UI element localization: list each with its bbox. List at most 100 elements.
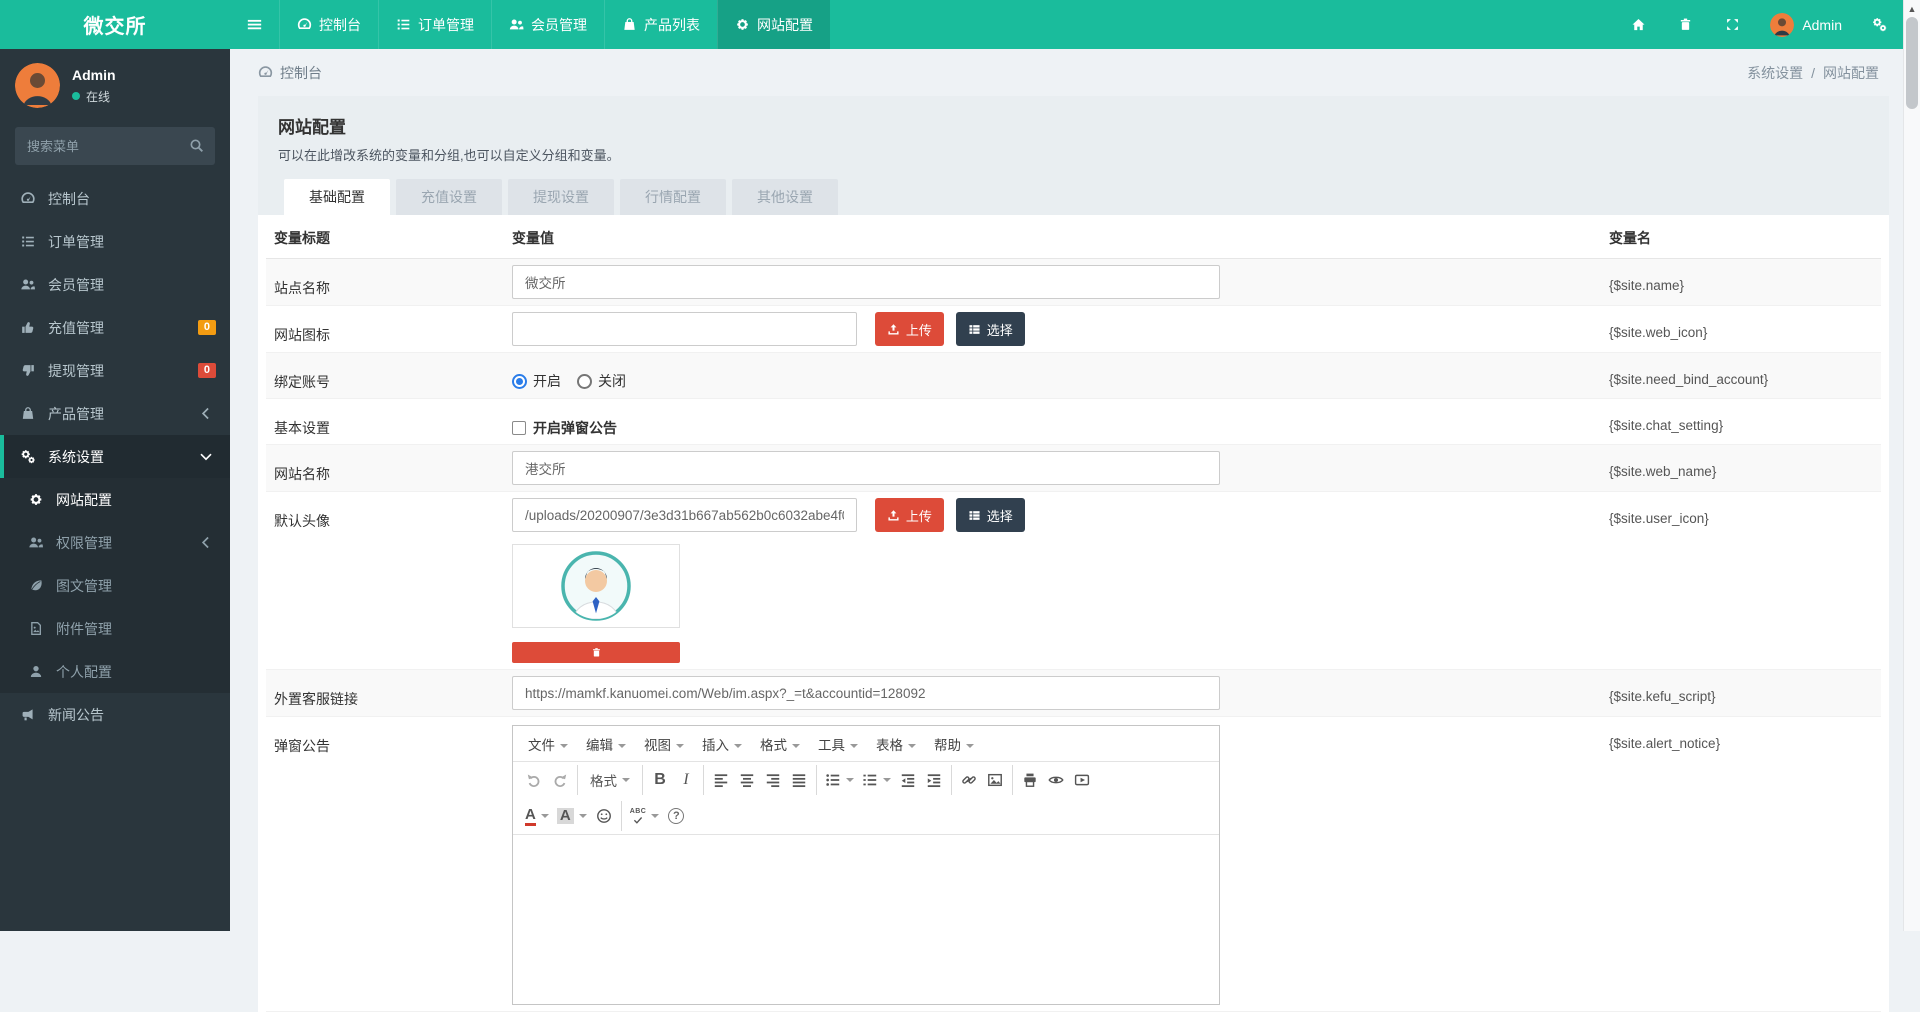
align-right-button[interactable] bbox=[760, 765, 786, 795]
sidebar-item-recharge[interactable]: 充值管理 0 bbox=[0, 306, 230, 349]
sidebar: Admin 在线 控制台 订单管理 会员管理 充值管理 0 提现管理 0 bbox=[0, 49, 230, 931]
editor-menu-help[interactable]: 帮助 bbox=[925, 730, 983, 758]
tab-withdraw-settings[interactable]: 提现设置 bbox=[508, 179, 614, 215]
bullet-list-button[interactable] bbox=[821, 765, 858, 795]
undo-button[interactable] bbox=[521, 765, 547, 795]
clear-cache-button[interactable] bbox=[1662, 0, 1709, 49]
redo-button[interactable] bbox=[547, 765, 573, 795]
sidebar-item-product-mgmt[interactable]: 产品管理 bbox=[0, 392, 230, 435]
editor-menu-file[interactable]: 文件 bbox=[519, 730, 577, 758]
brand-logo[interactable]: 微交所 bbox=[0, 0, 230, 49]
site-name-input[interactable] bbox=[512, 265, 1220, 299]
sidebar-item-attachments[interactable]: 附件管理 bbox=[0, 607, 230, 650]
tab-other-settings[interactable]: 其他设置 bbox=[732, 179, 838, 215]
nav-item-members[interactable]: 会员管理 bbox=[491, 0, 604, 49]
text-color-button[interactable]: A bbox=[521, 801, 553, 831]
sidebar-item-site-config[interactable]: 网站配置 bbox=[0, 478, 230, 521]
search-icon[interactable] bbox=[189, 138, 204, 153]
editor-menu-format[interactable]: 格式 bbox=[751, 730, 809, 758]
editor-menu-view[interactable]: 视图 bbox=[635, 730, 693, 758]
user-name: Admin bbox=[1802, 17, 1842, 33]
align-center-icon bbox=[739, 772, 755, 788]
format-select[interactable]: 格式 bbox=[582, 765, 638, 795]
breadcrumb-left[interactable]: 控制台 bbox=[258, 63, 322, 83]
editor-menu-edit[interactable]: 编辑 bbox=[577, 730, 635, 758]
upload-button[interactable]: 上传 bbox=[875, 498, 944, 532]
scrollbar-thumb[interactable] bbox=[1906, 17, 1918, 109]
default-avatar-input[interactable] bbox=[512, 498, 857, 532]
settings-gears-button[interactable] bbox=[1856, 0, 1903, 49]
align-left-button[interactable] bbox=[708, 765, 734, 795]
breadcrumb-dashboard-link[interactable]: 控制台 bbox=[280, 63, 322, 83]
sidebar-user-status: 在线 bbox=[72, 88, 116, 105]
help-button[interactable]: ? bbox=[663, 801, 689, 831]
chevron-left-icon bbox=[196, 535, 216, 550]
table-row-site-name: 站点名称 {$site.name} bbox=[266, 259, 1881, 306]
sidebar-item-orders[interactable]: 订单管理 bbox=[0, 220, 230, 263]
caret-down-icon bbox=[883, 778, 891, 782]
preview-button[interactable] bbox=[1043, 765, 1069, 795]
radio-off[interactable] bbox=[577, 374, 592, 389]
sidebar-item-dashboard[interactable]: 控制台 bbox=[0, 177, 230, 220]
page-description: 可以在此增改系统的变量和分组,也可以自定义分组和变量。 bbox=[278, 145, 1869, 164]
tab-basic-config[interactable]: 基础配置 bbox=[284, 179, 390, 215]
sidebar-item-news[interactable]: 新闻公告 bbox=[0, 693, 230, 736]
file-image-icon bbox=[26, 621, 46, 636]
editor-menu-table[interactable]: 表格 bbox=[867, 730, 925, 758]
caret-down-icon bbox=[618, 744, 626, 748]
bold-button[interactable]: B bbox=[647, 765, 673, 795]
numbered-list-button[interactable] bbox=[858, 765, 895, 795]
sidebar-item-articles[interactable]: 图文管理 bbox=[0, 564, 230, 607]
align-center-button[interactable] bbox=[734, 765, 760, 795]
editor-menu-tools[interactable]: 工具 bbox=[809, 730, 867, 758]
numbered-list-icon bbox=[862, 772, 878, 788]
upload-icon bbox=[887, 323, 900, 336]
radio-on[interactable] bbox=[512, 374, 527, 389]
print-button[interactable] bbox=[1017, 765, 1043, 795]
insert-media-button[interactable] bbox=[1069, 765, 1095, 795]
nav-item-orders[interactable]: 订单管理 bbox=[378, 0, 491, 49]
help-icon: ? bbox=[668, 808, 684, 824]
col-header-var-value: 变量值 bbox=[512, 228, 1609, 248]
preview-eye-icon bbox=[1048, 772, 1064, 788]
nav-item-products[interactable]: 产品列表 bbox=[604, 0, 717, 49]
background-color-button[interactable]: A bbox=[553, 801, 591, 831]
table-body: 站点名称 {$site.name} 网站图标 上传 选择 {$site.web_… bbox=[266, 259, 1881, 1012]
web-name-input[interactable] bbox=[512, 451, 1220, 485]
outdent-button[interactable] bbox=[895, 765, 921, 795]
search-input[interactable] bbox=[15, 127, 215, 165]
align-justify-button[interactable] bbox=[786, 765, 812, 795]
sidebar-item-withdraw[interactable]: 提现管理 0 bbox=[0, 349, 230, 392]
link-button[interactable] bbox=[956, 765, 982, 795]
nav-item-site-config[interactable]: 网站配置 bbox=[717, 0, 830, 49]
tab-recharge-settings[interactable]: 充值设置 bbox=[396, 179, 502, 215]
kefu-link-input[interactable] bbox=[512, 676, 1220, 710]
leaf-icon bbox=[26, 578, 46, 593]
indent-button[interactable] bbox=[921, 765, 947, 795]
popup-notice-checkbox[interactable] bbox=[512, 421, 526, 435]
sidebar-item-permissions[interactable]: 权限管理 bbox=[0, 521, 230, 564]
sidebar-toggle-button[interactable] bbox=[230, 0, 279, 49]
editor-content-area[interactable] bbox=[513, 834, 1219, 1004]
caret-down-icon bbox=[850, 744, 858, 748]
sidebar-item-members[interactable]: 会员管理 bbox=[0, 263, 230, 306]
tab-market-config[interactable]: 行情配置 bbox=[620, 179, 726, 215]
choose-button[interactable]: 选择 bbox=[956, 498, 1025, 532]
spellcheck-button[interactable]: ABC bbox=[626, 801, 664, 831]
upload-button[interactable]: 上传 bbox=[875, 312, 944, 346]
sidebar-item-system-settings[interactable]: 系统设置 bbox=[0, 435, 230, 478]
users-icon bbox=[26, 535, 46, 550]
fullscreen-button[interactable] bbox=[1709, 0, 1756, 49]
scroll-up-arrow[interactable]: ▲ bbox=[1904, 0, 1920, 17]
editor-menu-insert[interactable]: 插入 bbox=[693, 730, 751, 758]
sidebar-item-profile[interactable]: 个人配置 bbox=[0, 650, 230, 693]
insert-image-button[interactable] bbox=[982, 765, 1008, 795]
delete-avatar-button[interactable] bbox=[512, 642, 680, 663]
nav-item-dashboard[interactable]: 控制台 bbox=[279, 0, 378, 49]
choose-button[interactable]: 选择 bbox=[956, 312, 1025, 346]
home-button[interactable] bbox=[1615, 0, 1662, 49]
emoticon-button[interactable] bbox=[591, 801, 617, 831]
web-icon-input[interactable] bbox=[512, 312, 857, 346]
italic-button[interactable]: I bbox=[673, 765, 699, 795]
user-menu[interactable]: Admin bbox=[1756, 0, 1856, 49]
